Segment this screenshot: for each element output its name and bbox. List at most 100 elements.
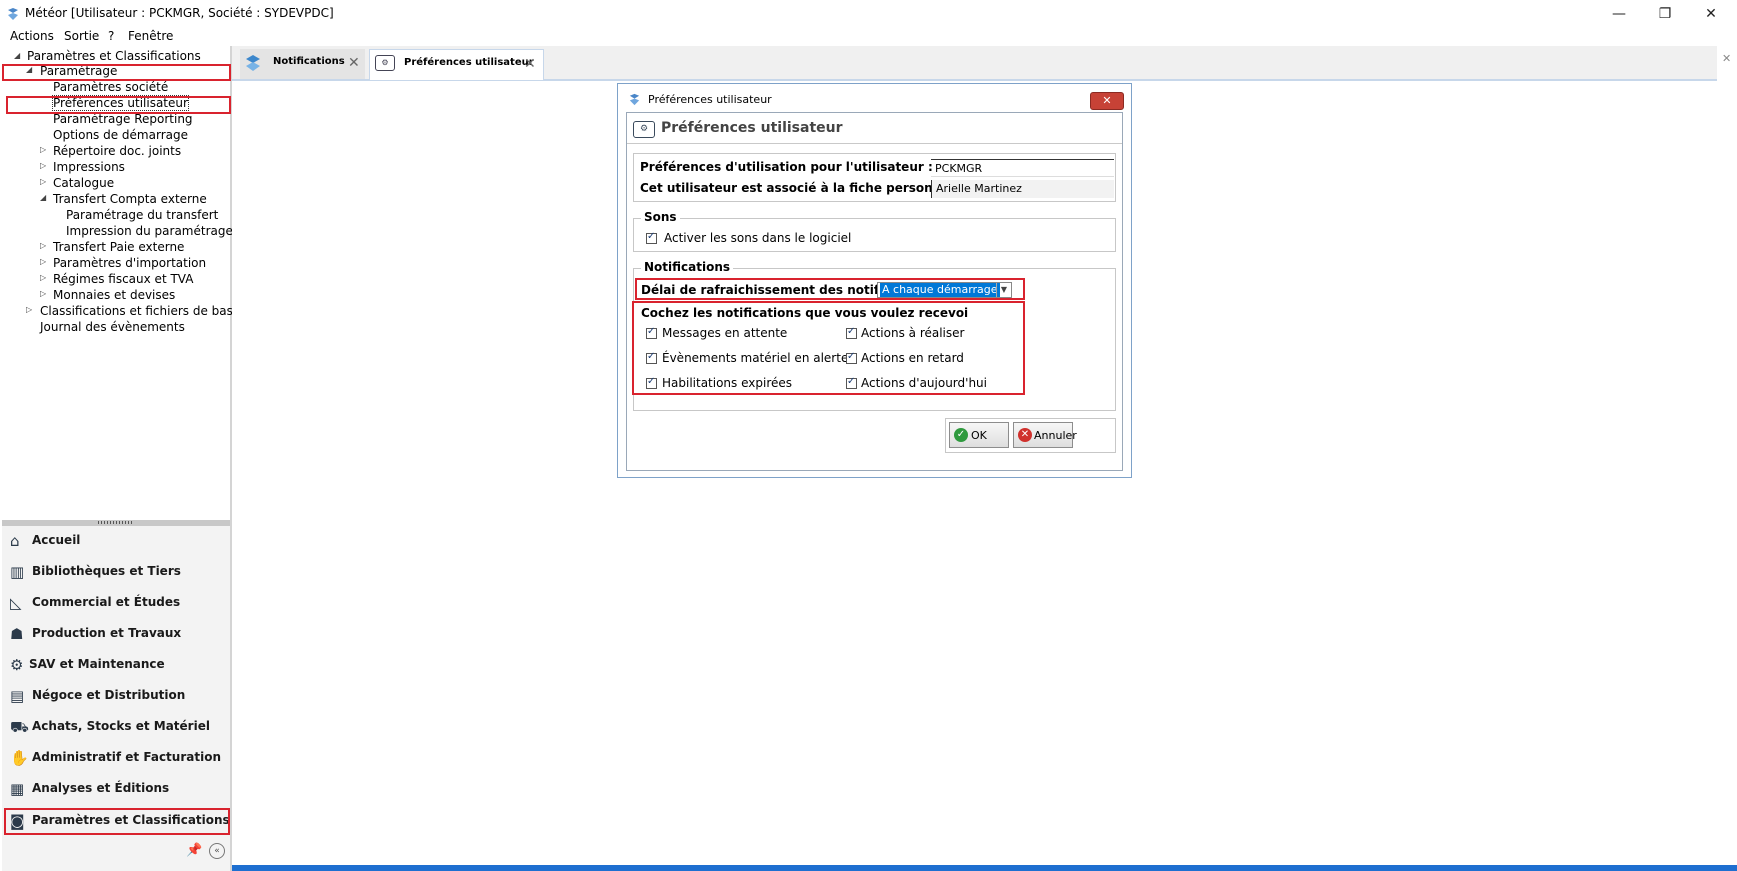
settings-camera-icon: ⚙ [633, 121, 655, 138]
menu-fenetre[interactable]: Fenêtre [128, 29, 173, 43]
nav-label: Administratif et Facturation [32, 750, 221, 764]
close-side-icon[interactable]: ✕ [1722, 52, 1731, 65]
app-logo-icon [629, 93, 640, 106]
tree-item-transfert-paie[interactable]: Transfert Paie externe [53, 240, 184, 254]
menu-bar: Actions Sortie ? Fenêtre [0, 28, 1737, 46]
highlight-nav-parametres [4, 808, 230, 835]
nav-label: Achats, Stocks et Matériel [32, 719, 210, 733]
cancel-icon: ✕ [1018, 428, 1032, 442]
cancel-label: Annuler [1034, 429, 1077, 442]
menu-actions[interactable]: Actions [10, 29, 54, 43]
tab-bar: Notifications ✕ ⚙ Préférences utilisateu… [232, 46, 1737, 81]
menu-sortie[interactable]: Sortie [64, 29, 99, 43]
tree-root[interactable]: Paramètres et Classifications [27, 49, 201, 63]
check-icon: ✓ [954, 428, 968, 442]
dialog-close-button[interactable]: ✕ [1090, 92, 1124, 110]
ok-button[interactable]: ✓ OK [949, 422, 1009, 448]
tab-label: Notifications [273, 56, 345, 67]
right-strip: ✕ [1717, 46, 1737, 871]
collapsed-triangle-icon[interactable]: ▷ [40, 161, 46, 170]
home-icon: ⌂ [10, 532, 20, 550]
restore-button[interactable]: ❐ [1642, 2, 1688, 26]
nav-analyses[interactable]: ▦ Analyses et Éditions [2, 774, 230, 802]
app-logo-icon [8, 8, 18, 20]
report-icon: ▦ [10, 780, 25, 798]
highlight-delai [635, 278, 1025, 300]
tree-item-parametres-importation[interactable]: Paramètres d'importation [53, 256, 206, 270]
highlight-parametrage [2, 64, 231, 81]
nav-bibliotheques[interactable]: ▥ Bibliothèques et Tiers [2, 557, 230, 585]
user-info-group: Préférences d'utilisation pour l'utilisa… [633, 153, 1116, 202]
sons-checkbox[interactable] [646, 231, 657, 244]
user-label: Préférences d'utilisation pour l'utilisa… [640, 160, 933, 174]
tree-item-regimes-fiscaux[interactable]: Régimes fiscaux et TVA [53, 272, 193, 286]
user-field[interactable]: PCKMGR [931, 159, 1114, 177]
ruler-icon: ◺ [10, 594, 22, 612]
dialog-title-bar: Préférences utilisateur ✕ [618, 84, 1131, 112]
collapsed-triangle-icon[interactable]: ▷ [40, 289, 46, 298]
dialog-header: ⚙ Préférences utilisateur [627, 113, 1122, 144]
nav-achats[interactable]: ⛟ Achats, Stocks et Matériel [2, 712, 230, 740]
tree-item-catalogue[interactable]: Catalogue [53, 176, 114, 190]
highlight-preferences [6, 96, 231, 114]
expand-triangle-icon[interactable]: ◢ [40, 193, 46, 202]
tree-classifications[interactable]: Classifications et fichiers de base [40, 304, 240, 318]
tree-item-parametrage-reporting[interactable]: Paramétrage Reporting [53, 112, 193, 126]
cart-icon: ⛟ [10, 718, 29, 736]
app-logo-icon [246, 55, 260, 71]
document-icon: ▤ [10, 687, 25, 705]
sons-checkbox-label: Activer les sons dans le logiciel [664, 231, 852, 245]
highlight-notifications-checks [632, 301, 1025, 395]
tree-item-monnaies[interactable]: Monnaies et devises [53, 288, 175, 302]
title-bar: Météor [Utilisateur : PCKMGR, Société : … [0, 0, 1737, 28]
nav-label: SAV et Maintenance [29, 657, 165, 671]
collapse-panel-icon[interactable]: « [209, 843, 225, 859]
tree-item-transfert-compta[interactable]: Transfert Compta externe [53, 192, 207, 206]
tree-item-impressions[interactable]: Impressions [53, 160, 125, 174]
menu-help[interactable]: ? [108, 29, 114, 43]
nav-production[interactable]: ☗ Production et Travaux [2, 619, 230, 647]
tree-journal[interactable]: Journal des évènements [40, 320, 185, 334]
status-line [232, 865, 1737, 871]
dialog-title: Préférences utilisateur [648, 93, 772, 106]
collapsed-triangle-icon[interactable]: ▷ [40, 177, 46, 186]
nav-negoce[interactable]: ▤ Négoce et Distribution [2, 681, 230, 709]
close-tab-icon[interactable]: ✕ [348, 55, 360, 71]
left-panel: ◢ Paramètres et Classifications ◢ Paramé… [2, 46, 240, 871]
library-icon: ▥ [10, 563, 25, 581]
minimize-button[interactable]: — [1596, 2, 1642, 26]
dialog-header-title: Préférences utilisateur [661, 120, 843, 136]
personnel-label: Cet utilisateur est associé à la fiche p… [640, 181, 963, 195]
collapsed-triangle-icon[interactable]: ▷ [40, 273, 46, 282]
tree-item-impression-parametrage[interactable]: Impression du paramétrage [66, 224, 233, 238]
collapsed-triangle-icon[interactable]: ▷ [26, 305, 32, 314]
tree-item-options-demarrage[interactable]: Options de démarrage [53, 128, 188, 142]
tab-preferences[interactable]: ⚙ Préférences utilisateur ✕ [369, 49, 544, 80]
tab-notifications[interactable]: Notifications ✕ [240, 49, 365, 79]
nav-accueil[interactable]: ⌂ Accueil [2, 526, 230, 554]
collapsed-triangle-icon[interactable]: ▷ [40, 241, 46, 250]
tree-item-parametres-societe[interactable]: Paramètres société [53, 80, 168, 94]
cancel-button[interactable]: ✕ Annuler [1013, 422, 1077, 448]
expand-triangle-icon[interactable]: ◢ [14, 51, 20, 60]
personnel-field[interactable]: Arielle Martinez [931, 180, 1114, 198]
ok-label: OK [971, 429, 987, 442]
notifications-title: Notifications [641, 260, 734, 274]
sons-title: Sons [641, 210, 680, 224]
nav-sav[interactable]: ⚙ SAV et Maintenance [2, 650, 230, 678]
nav-label: Production et Travaux [32, 626, 182, 640]
close-tab-icon[interactable]: ✕ [524, 56, 536, 72]
nav-commercial[interactable]: ◺ Commercial et Études [2, 588, 230, 616]
tree-item-parametrage-transfert[interactable]: Paramétrage du transfert [66, 208, 218, 222]
collapsed-triangle-icon[interactable]: ▷ [40, 257, 46, 266]
splitter-grip[interactable] [98, 521, 134, 524]
pin-icon[interactable]: 📌 [186, 843, 202, 858]
tab-label: Préférences utilisateur [404, 57, 534, 68]
nav-administratif[interactable]: ✋ Administratif et Facturation [2, 743, 230, 771]
gear-icon: ⚙ [10, 656, 24, 674]
collapsed-triangle-icon[interactable]: ▷ [40, 145, 46, 154]
nav-label: Bibliothèques et Tiers [32, 564, 181, 578]
settings-camera-icon: ⚙ [375, 55, 395, 71]
tree-item-repertoire[interactable]: Répertoire doc. joints [53, 144, 181, 158]
close-window-button[interactable]: ✕ [1688, 2, 1734, 26]
